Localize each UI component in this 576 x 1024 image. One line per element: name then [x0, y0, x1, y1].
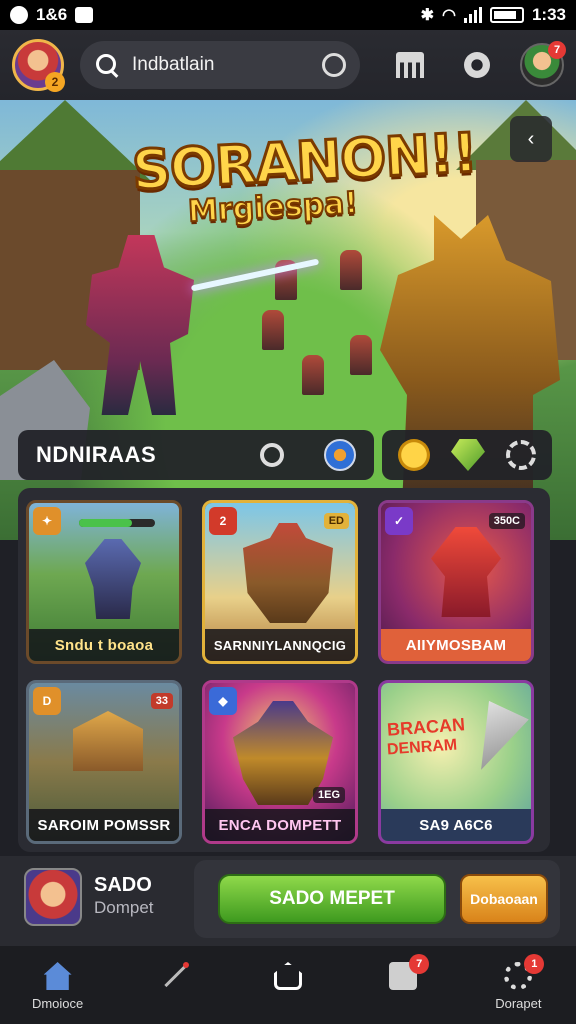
filter-label: NDNIRAAS [36, 442, 157, 467]
minion-figure [350, 335, 372, 375]
bluetooth-icon: ✱ [420, 7, 434, 24]
nav-item-settings[interactable]: 1 Dorapet [470, 954, 566, 1011]
player-avatar[interactable]: 2 [12, 39, 65, 92]
filter-bar: NDNIRAAS [18, 430, 374, 480]
chat-badge: 7 [409, 954, 430, 974]
status-left-text: 1&6 [36, 5, 68, 24]
profile-button[interactable]: 7 [520, 41, 566, 87]
nav-item-tools[interactable] [125, 962, 221, 990]
game-card[interactable]: ✦ Sndu t boaoa [26, 500, 182, 664]
alarm-icon[interactable] [322, 53, 346, 77]
card-caption: ENCA DOMPETT [205, 809, 355, 841]
home-outline-icon [273, 962, 302, 990]
card-caption: SA9 A6C6 [381, 809, 531, 841]
nav-label: Dorapet [495, 996, 542, 1011]
compass-icon[interactable] [324, 439, 356, 471]
selected-item-sub: Dompet [94, 898, 154, 917]
image-icon [75, 7, 94, 23]
game-card[interactable]: ✓ 350C AIIYMOSBAM [378, 500, 534, 664]
card-tag: ED [323, 513, 349, 529]
eye-icon[interactable] [464, 52, 490, 78]
search-bar[interactable]: Indbatlain [80, 41, 360, 89]
game-card[interactable]: D 33 SAROIM POMSSR [26, 680, 182, 844]
game-grid: ✦ Sndu t boaoa 2 ED SARNNIYLANNQCIG ✓ 35… [18, 488, 550, 852]
nav-item-chat[interactable]: 7 [355, 954, 451, 990]
avatar-level-badge: 2 [45, 72, 65, 92]
chevron-icon: ‹ [527, 127, 535, 150]
card-caption: Sndu t boaoa [29, 629, 179, 661]
gem-icon[interactable] [450, 439, 485, 471]
game-card[interactable]: ◆ 1EG ENCA DOMPETT [202, 680, 358, 844]
wifi-icon: ◠ [442, 7, 456, 24]
nav-label: Dmoioce [31, 996, 84, 1011]
coin-icon[interactable] [398, 439, 431, 471]
store-icon[interactable] [396, 52, 424, 78]
card-tag: 1EG [312, 787, 345, 803]
card-badge: ◆ [209, 687, 237, 715]
currency-bar [382, 430, 552, 480]
secondary-action-button[interactable]: Dobaoaan [460, 874, 548, 924]
status-right: ✱ ◠ 1:33 [421, 5, 566, 25]
search-input[interactable]: Indbatlain [132, 54, 322, 76]
hero-subtitle: Mrgiespa! [186, 185, 360, 231]
card-badge: 2 [209, 507, 237, 535]
app-screen: 1&6 ✱ ◠ 1:33 2 Indbatlain 7 SORANON!! Mr… [0, 0, 576, 1024]
game-card[interactable]: 2 ED SARNNIYLANNQCIG [202, 500, 358, 664]
zoom-search-icon[interactable] [260, 443, 284, 467]
laser-beam [190, 258, 320, 292]
search-icon [94, 52, 120, 78]
signal-icon [463, 7, 482, 23]
hut-roof-left [0, 100, 150, 180]
card-badge: ✓ [385, 507, 413, 535]
status-time: 1:33 [531, 5, 566, 24]
selected-item-name: SADO [94, 874, 152, 896]
card-badge: D [33, 687, 61, 715]
card-caption: SAROIM POMSSR [29, 809, 179, 841]
status-left: 1&6 [10, 5, 94, 25]
card-tag: 350C [488, 513, 525, 529]
app-header: 2 Indbatlain 7 [0, 30, 576, 100]
notification-icon [10, 6, 28, 24]
home-icon [43, 962, 72, 990]
card-caption: AIIYMOSBAM [381, 629, 531, 661]
wand-icon [159, 962, 189, 990]
action-panel: SADO MEPET Dobaoaan [194, 860, 560, 938]
card-health-bar [79, 519, 155, 527]
primary-action-button[interactable]: SADO MEPET [218, 874, 446, 924]
bottom-nav: Dmoioce 7 1 Dorapet [0, 946, 576, 1024]
profile-notification-badge: 7 [548, 41, 566, 59]
minion-figure [340, 250, 362, 290]
hero-side-button[interactable]: ‹ [510, 116, 552, 162]
status-bar: 1&6 ✱ ◠ 1:33 [0, 0, 576, 30]
nav-item-home[interactable]: Dmoioce [10, 962, 106, 1011]
card-tag: 33 [150, 693, 173, 709]
minion-figure [262, 310, 284, 350]
refresh-icon[interactable] [505, 440, 536, 470]
bottom-sheet: SADO Dompet SADO MEPET Dobaoaan [0, 856, 576, 946]
selected-item-thumbnail[interactable] [24, 868, 82, 926]
settings-badge: 1 [524, 954, 545, 974]
battery-icon [489, 7, 524, 23]
minion-figure [302, 355, 324, 395]
card-badge: ✦ [33, 507, 61, 535]
game-card[interactable]: BRACAN DENRAM SA9 A6C6 [378, 680, 534, 844]
card-caption: SARNNIYLANNQCIG [205, 629, 355, 661]
nav-item-main[interactable] [240, 962, 336, 990]
